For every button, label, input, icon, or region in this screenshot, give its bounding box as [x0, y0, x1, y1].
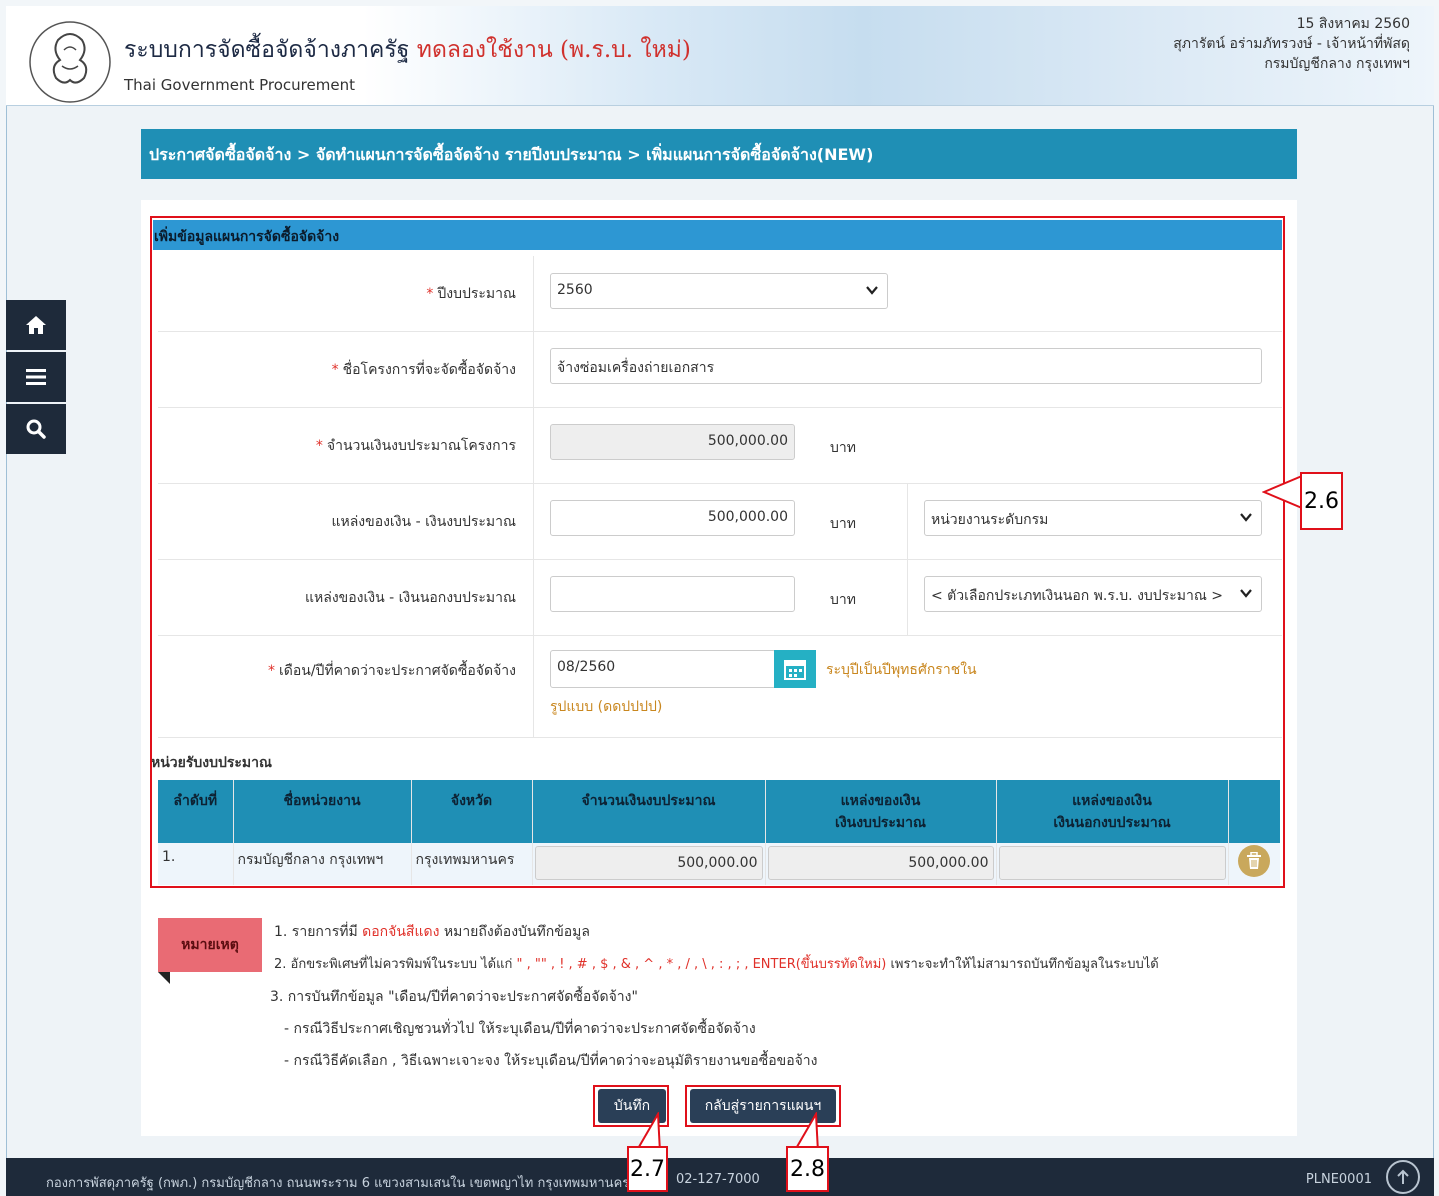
note-tag: หมายเหตุ: [158, 918, 262, 972]
system-title: ระบบการจัดซื้อจัดจ้างภาครัฐ ทดลองใช้งาน …: [124, 32, 691, 68]
home-icon: [26, 316, 46, 334]
user-org: กรมบัญชีกลาง กรุงเทพฯ: [1264, 56, 1410, 72]
user-name: สุภารัตน์ อร่ามภัทรวงษ์ - เจ้าหน้าที่พัส…: [1173, 36, 1410, 52]
home-button[interactable]: [6, 300, 66, 350]
system-subtitle: Thai Government Procurement: [124, 76, 355, 94]
system-title-text: ระบบการจัดซื้อจัดจ้างภาครัฐ: [124, 37, 410, 63]
user-info: 15 สิงหาคม 2560 สุภารัตน์ อร่ามภัทรวงษ์ …: [1173, 14, 1410, 74]
note-line-5: - กรณีวิธีคัดเลือก , วิธีเฉพาะเจาะจง ให้…: [284, 1053, 818, 1069]
callout-2-8: 2.8: [786, 1146, 829, 1192]
callout-2-7: 2.7: [627, 1146, 668, 1192]
search-button[interactable]: [6, 404, 66, 454]
logo-icon: [29, 21, 111, 103]
note-line-1: 1. รายการที่มี ดอกจันสีแดง หมายถึงต้องบั…: [274, 924, 590, 940]
menu-button[interactable]: [6, 352, 66, 402]
page-code: PLNE0001: [1305, 1172, 1372, 1187]
footer-phone: 02-127-7000: [676, 1172, 760, 1187]
annotation-box-form: [150, 216, 1285, 888]
footer: กองการพัสดุภาครัฐ (กพภ.) กรมบัญชีกลาง ถน…: [6, 1158, 1434, 1196]
menu-icon: [26, 369, 46, 385]
header: ระบบการจัดซื้อจัดจ้างภาครัฐ ทดลองใช้งาน …: [6, 6, 1434, 106]
footer-address: กองการพัสดุภาครัฐ (กพภ.) กรมบัญชีกลาง ถน…: [46, 1176, 659, 1191]
callout-2-6: 2.6: [1300, 472, 1343, 530]
scroll-top-button[interactable]: [1386, 1160, 1420, 1194]
side-nav: [6, 300, 66, 456]
arrow-up-icon: [1397, 1169, 1409, 1184]
search-icon: [26, 419, 46, 439]
note-line-4: - กรณีวิธีประกาศเชิญชวนทั่วไป ให้ระบุเดื…: [284, 1021, 756, 1037]
note-line-3: 3. การบันทึกข้อมูล "เดือน/ปีที่คาดว่าจะป…: [270, 989, 638, 1005]
current-date: 15 สิงหาคม 2560: [1296, 16, 1410, 32]
trial-label: ทดลองใช้งาน (พ.ร.บ. ใหม่): [416, 37, 691, 63]
note-tag-corner-icon: [158, 972, 170, 984]
note-line-2: 2. อักขระพิเศษที่ไม่ควรพิมพ์ในระบบ ได้แก…: [274, 957, 1159, 972]
breadcrumb: ประกาศจัดซื้อจัดจ้าง > จัดทำแผนการจัดซื้…: [141, 129, 1297, 179]
